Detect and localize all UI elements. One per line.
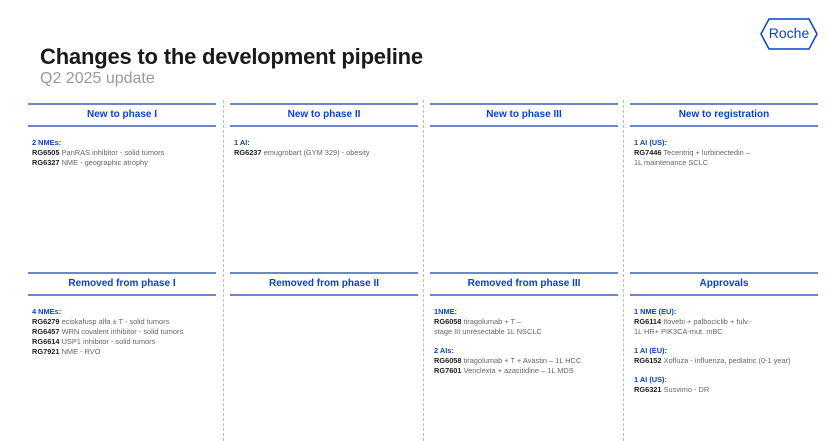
page-subtitle: Q2 2025 update: [40, 70, 155, 87]
item-text-continued: 1L maintenance SCLC: [634, 158, 709, 167]
molecule-code: RG6614: [32, 337, 60, 346]
item-text-continued: stage III unresectable 1L NSCLC: [434, 327, 542, 336]
section-new-to-registration: New to registration 1 AI (US): RG7446 Tece…: [630, 103, 818, 177]
list-item: RG6058 tiragolumab + T –: [434, 317, 614, 327]
item-text: tiragolumab + T –: [463, 317, 522, 326]
group-label: 2 AIs:: [434, 346, 454, 355]
molecule-code: RG6058: [434, 317, 462, 326]
molecule-code: RG6327: [32, 158, 60, 167]
group: 1 AI: RG6237 emugrobart (GYM 329) - obesi…: [234, 138, 414, 158]
section-new-to-phase-i: New to phase I 2 NMEs: RG6505 PanRAS inhib…: [28, 103, 216, 177]
group: 1 AI (EU): RG6152 Xofluza - influenza, pe…: [634, 346, 814, 366]
item-text-continued: 1L HR+ PIK3CA-mut. mBC: [634, 327, 723, 336]
group-label: 1 AI (US):: [634, 375, 667, 384]
group: 2 NMEs: RG6505 PanRAS inhibitor - solid t…: [32, 138, 212, 168]
section-removed-from-phase-i: Removed from phase I 4 NMEs: RG6279 eciska…: [28, 272, 216, 366]
group: 1NME: RG6058 tiragolumab + T – stage III u…: [434, 307, 614, 337]
molecule-code: RG6457: [32, 327, 60, 336]
logo-text: Roche: [768, 25, 810, 41]
section-body: 1NME: RG6058 tiragolumab + T – stage III u…: [430, 296, 618, 376]
group-label: 4 NMEs:: [32, 307, 62, 316]
group-label: 1 AI:: [234, 138, 250, 147]
list-item: RG6058 tiragolumab + T + Avastin – 1L HC…: [434, 356, 614, 366]
section-approvals: Approvals 1 NME (EU): RG6114 Itovebi + pal…: [630, 272, 818, 404]
molecule-code: RG6152: [634, 356, 662, 365]
group: 4 NMEs: RG6279 eciskafusp alfa ± T - soli…: [32, 307, 212, 357]
item-text: NME - geographic atrophy: [61, 158, 148, 167]
section-header: Removed from phase I: [28, 272, 216, 296]
group-label: 2 NMEs:: [32, 138, 62, 147]
group: 1 AI (US): RG7446 Tecentriq + lurbinected…: [634, 138, 814, 168]
item-text: WRN covalent inhibitor - solid tumors: [61, 327, 184, 336]
section-body: 4 NMEs: RG6279 eciskafusp alfa ± T - soli…: [28, 296, 216, 357]
list-item: RG6327 NME - geographic atrophy: [32, 158, 212, 168]
item-text: Xofluza - influenza, pediatric (0-1 year…: [663, 356, 791, 365]
section-new-to-phase-ii: New to phase II 1 AI: RG6237 emugrobart (G…: [230, 103, 418, 167]
section-body: [430, 127, 618, 138]
list-item: RG6114 Itovebi + palbociclib + fulv.-: [634, 317, 814, 327]
section-header: Removed from phase III: [430, 272, 618, 296]
group: 2 AIs: RG6058 tiragolumab + T + Avastin –…: [434, 346, 614, 376]
group-label: 1 AI (US):: [634, 138, 667, 147]
molecule-code: RG7601: [434, 366, 462, 375]
molecule-code: RG7446: [634, 148, 662, 157]
group: 1 NME (EU): RG6114 Itovebi + palbociclib …: [634, 307, 814, 337]
section-header: New to phase I: [28, 103, 216, 127]
molecule-code: RG6058: [434, 356, 462, 365]
section-new-to-phase-iii: New to phase III: [430, 103, 618, 138]
list-item: RG7446 Tecentriq + lurbinectedin –: [634, 148, 814, 158]
group: 1 AI (US): RG6321 Susvimo - DR: [634, 375, 814, 395]
list-item: RG6321 Susvimo - DR: [634, 385, 814, 395]
group-label: 1NME:: [434, 307, 457, 316]
list-item: RG6614 USP1 inhibitor - solid tumors: [32, 337, 212, 347]
item-text: Itovebi + palbociclib + fulv.-: [663, 317, 752, 326]
column-divider: [623, 100, 624, 441]
molecule-code: RG6321: [634, 385, 662, 394]
item-text: emugrobart (GYM 329) - obesity: [263, 148, 370, 157]
item-text: Venclexta + azacitidine – 1L MDS: [463, 366, 574, 375]
molecule-code: RG6114: [634, 317, 662, 326]
item-text: Tecentriq + lurbinectedin –: [663, 148, 750, 157]
section-body: 2 NMEs: RG6505 PanRAS inhibitor - solid t…: [28, 127, 216, 168]
list-item: RG6152 Xofluza - influenza, pediatric (0…: [634, 356, 814, 366]
section-body: [230, 296, 418, 307]
molecule-code: RG6505: [32, 148, 60, 157]
page-title: Changes to the development pipeline: [40, 44, 423, 69]
item-text: PanRAS inhibitor - solid tumors: [61, 148, 165, 157]
list-item: RG6457 WRN covalent inhibitor - solid tu…: [32, 327, 212, 337]
column-divider: [423, 100, 424, 441]
group-label: 1 NME (EU):: [634, 307, 677, 316]
section-body: 1 AI (US): RG7446 Tecentriq + lurbinected…: [630, 127, 818, 168]
section-removed-from-phase-ii: Removed from phase II: [230, 272, 418, 307]
molecule-code: RG6237: [234, 148, 262, 157]
molecule-code: RG6279: [32, 317, 60, 326]
item-text: Susvimo - DR: [663, 385, 710, 394]
roche-logo: Roche: [760, 18, 818, 50]
section-header: Approvals: [630, 272, 818, 296]
list-item: RG7601 Venclexta + azacitidine – 1L MDS: [434, 366, 614, 376]
group-label: 1 AI (EU):: [634, 346, 667, 355]
list-item: RG6237 emugrobart (GYM 329) - obesity: [234, 148, 414, 158]
section-body: 1 AI: RG6237 emugrobart (GYM 329) - obesi…: [230, 127, 418, 158]
section-removed-from-phase-iii: Removed from phase III 1NME: RG6058 tirago…: [430, 272, 618, 385]
section-header: New to registration: [630, 103, 818, 127]
item-text: USP1 inhibitor - solid tumors: [61, 337, 156, 346]
column-divider: [223, 100, 224, 441]
list-item: RG6505 PanRAS inhibitor - solid tumors: [32, 148, 212, 158]
section-header: New to phase II: [230, 103, 418, 127]
section-header: New to phase III: [430, 103, 618, 127]
section-header: Removed from phase II: [230, 272, 418, 296]
item-text: tiragolumab + T + Avastin – 1L HCC: [463, 356, 582, 365]
item-text: eciskafusp alfa ± T - solid tumors: [61, 317, 170, 326]
item-text: NME - RVO: [61, 347, 101, 356]
section-body: 1 NME (EU): RG6114 Itovebi + palbociclib …: [630, 296, 818, 395]
list-item: RG7921 NME - RVO: [32, 347, 212, 357]
list-item: RG6279 eciskafusp alfa ± T - solid tumor…: [32, 317, 212, 327]
molecule-code: RG7921: [32, 347, 60, 356]
